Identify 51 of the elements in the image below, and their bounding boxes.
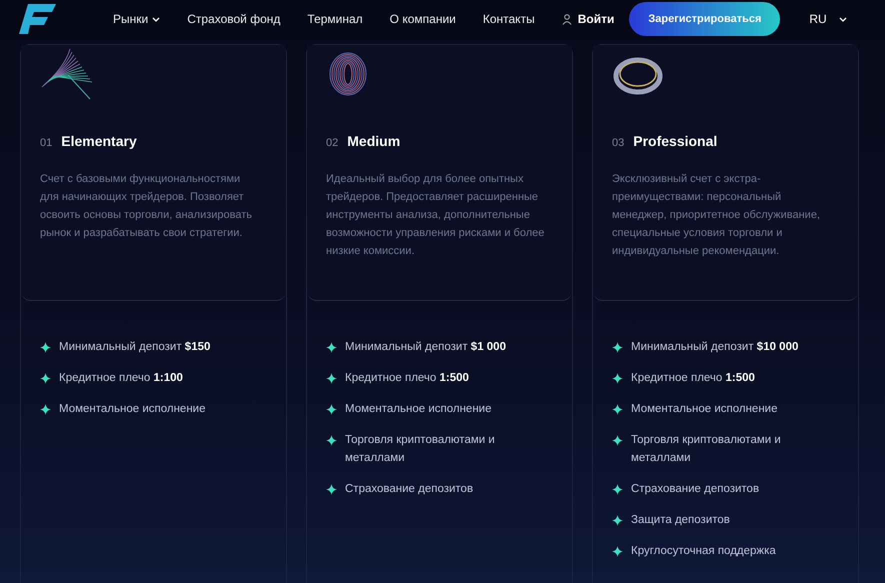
feature-text: Кредитное плечо 1:500 — [345, 371, 469, 386]
sparkle-icon — [612, 515, 623, 526]
sparkle-icon — [326, 404, 337, 415]
plan-description: Эксклюзивный счет с экстра-преимуществами: персональный менеджер, приоритетное обслуживание, специальные условия торговли и индивидуальные рекомендации. — [612, 172, 821, 259]
logo-icon[interactable] — [18, 3, 58, 35]
sparkle-icon — [326, 373, 337, 384]
sparkle-icon — [612, 342, 623, 353]
plan-name: Elementary — [61, 132, 137, 151]
plan-number: 01 — [40, 136, 52, 151]
register-button[interactable]: Зарегистрироваться — [629, 2, 780, 36]
plan-number: 03 — [612, 136, 624, 151]
feature-text: Минимальный депозит $1 000 — [345, 340, 506, 355]
feature-text: Страхование депозитов — [631, 482, 760, 497]
chevron-down-icon — [838, 15, 847, 23]
sparkle-icon — [612, 484, 623, 495]
feature-text: Моментальное исполнение — [59, 402, 206, 417]
wave-lines-icon — [40, 47, 94, 101]
sparkle-icon — [326, 342, 337, 353]
sparkle-icon — [40, 342, 51, 353]
plan-description: Идеальный выбор для более опытных трейдеров. Предоставляет расширенные инструменты анализа, дополнительные возможности управления рисками и более низкие комиссии. — [326, 172, 546, 259]
feature-text: Кредитное плечо 1:100 — [59, 371, 183, 386]
plan-name: Professional — [633, 132, 718, 151]
sparkle-icon — [612, 546, 623, 557]
user-icon — [562, 14, 572, 24]
sparkle-icon — [612, 373, 623, 384]
plan-description: Счет с базовыми функциональностями для начинающих трейдеров. Позволяет освоить основы торговли, анализировать рынок и разрабатывать свои стратегии. — [40, 172, 254, 241]
plan-name: Medium — [347, 132, 400, 151]
nav-link[interactable]: Страховой фонд — [187, 10, 280, 28]
feature-text: Минимальный депозит $150 — [59, 340, 210, 355]
nav-link[interactable]: О компании — [390, 10, 456, 28]
feature-text: Торговля криптовалютами и металлами — [631, 433, 782, 466]
nav-link[interactable]: Контакты — [482, 10, 535, 28]
feature-text: Торговля криптовалютами и металлами — [345, 433, 496, 466]
nav-link[interactable]: Терминал — [307, 10, 363, 28]
plan-number: 02 — [326, 136, 338, 151]
sparkle-icon — [326, 484, 337, 495]
login-link[interactable]: Войти — [562, 10, 614, 28]
feature-text: Кредитное плечо 1:500 — [631, 371, 755, 386]
language-select[interactable]: RU — [809, 10, 847, 28]
sparkle-icon — [326, 435, 337, 446]
feature-text: Моментальное исполнение — [345, 402, 492, 417]
feature-text: Круглосуточная поддержка — [631, 544, 776, 559]
sparkle-icon — [40, 404, 51, 415]
sparkle-icon — [612, 404, 623, 415]
sparkle-icon — [40, 373, 51, 384]
nav-link[interactable]: Рынки — [113, 10, 160, 28]
sparkle-icon — [612, 435, 623, 446]
feature-text: Моментальное исполнение — [631, 402, 778, 417]
feature-text: Страхование депозитов — [345, 482, 474, 497]
feature-text: Защита депозитов — [631, 513, 730, 528]
feature-text: Минимальный депозит $10 000 — [631, 340, 798, 355]
